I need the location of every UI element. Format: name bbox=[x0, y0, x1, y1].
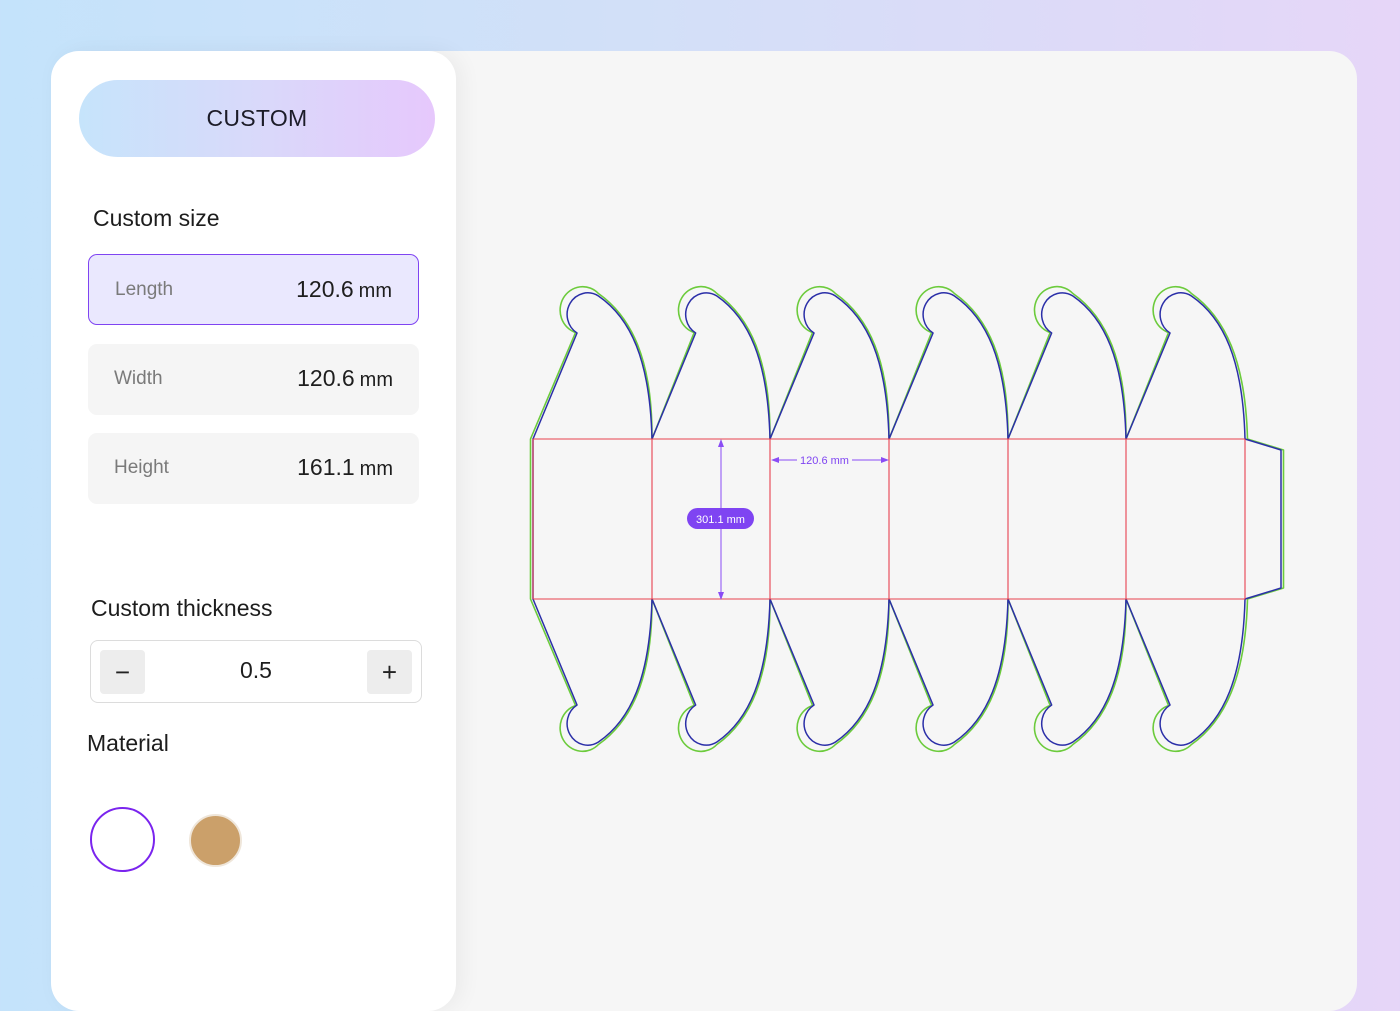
bleed-outline bbox=[529, 285, 1285, 753]
thickness-stepper: − 0.5 + bbox=[90, 640, 422, 703]
custom-mode-button[interactable]: CUSTOM bbox=[79, 80, 435, 157]
width-value: 120.6 mm bbox=[297, 365, 393, 391]
settings-sidebar: CUSTOM Custom size Length 120.6 mm Width … bbox=[51, 51, 456, 1011]
custom-size-title: Custom size bbox=[93, 205, 220, 231]
height-value: 161.1 mm bbox=[297, 454, 393, 480]
horizontal-dimension-label: 120.6 mm bbox=[800, 455, 849, 467]
length-field[interactable]: Length 120.6 mm bbox=[88, 254, 419, 325]
material-kraft-swatch[interactable] bbox=[189, 814, 242, 867]
cut-outline bbox=[532, 292, 1282, 746]
material-title: Material bbox=[87, 730, 169, 756]
material-white-swatch[interactable] bbox=[90, 807, 155, 872]
length-value: 120.6 mm bbox=[296, 276, 392, 302]
vertical-dimension-label: 301.1 mm bbox=[696, 514, 745, 526]
custom-thickness-title: Custom thickness bbox=[91, 595, 273, 621]
increase-thickness-button[interactable]: + bbox=[367, 650, 412, 694]
thickness-value[interactable]: 0.5 bbox=[161, 657, 351, 684]
width-field[interactable]: Width 120.6 mm bbox=[88, 344, 419, 415]
height-field[interactable]: Height 161.1 mm bbox=[88, 433, 419, 504]
fold-lines bbox=[532, 438, 1246, 600]
length-label: Length bbox=[115, 279, 174, 300]
width-label: Width bbox=[114, 368, 163, 389]
height-label: Height bbox=[114, 457, 169, 478]
decrease-thickness-button[interactable]: − bbox=[100, 650, 145, 694]
